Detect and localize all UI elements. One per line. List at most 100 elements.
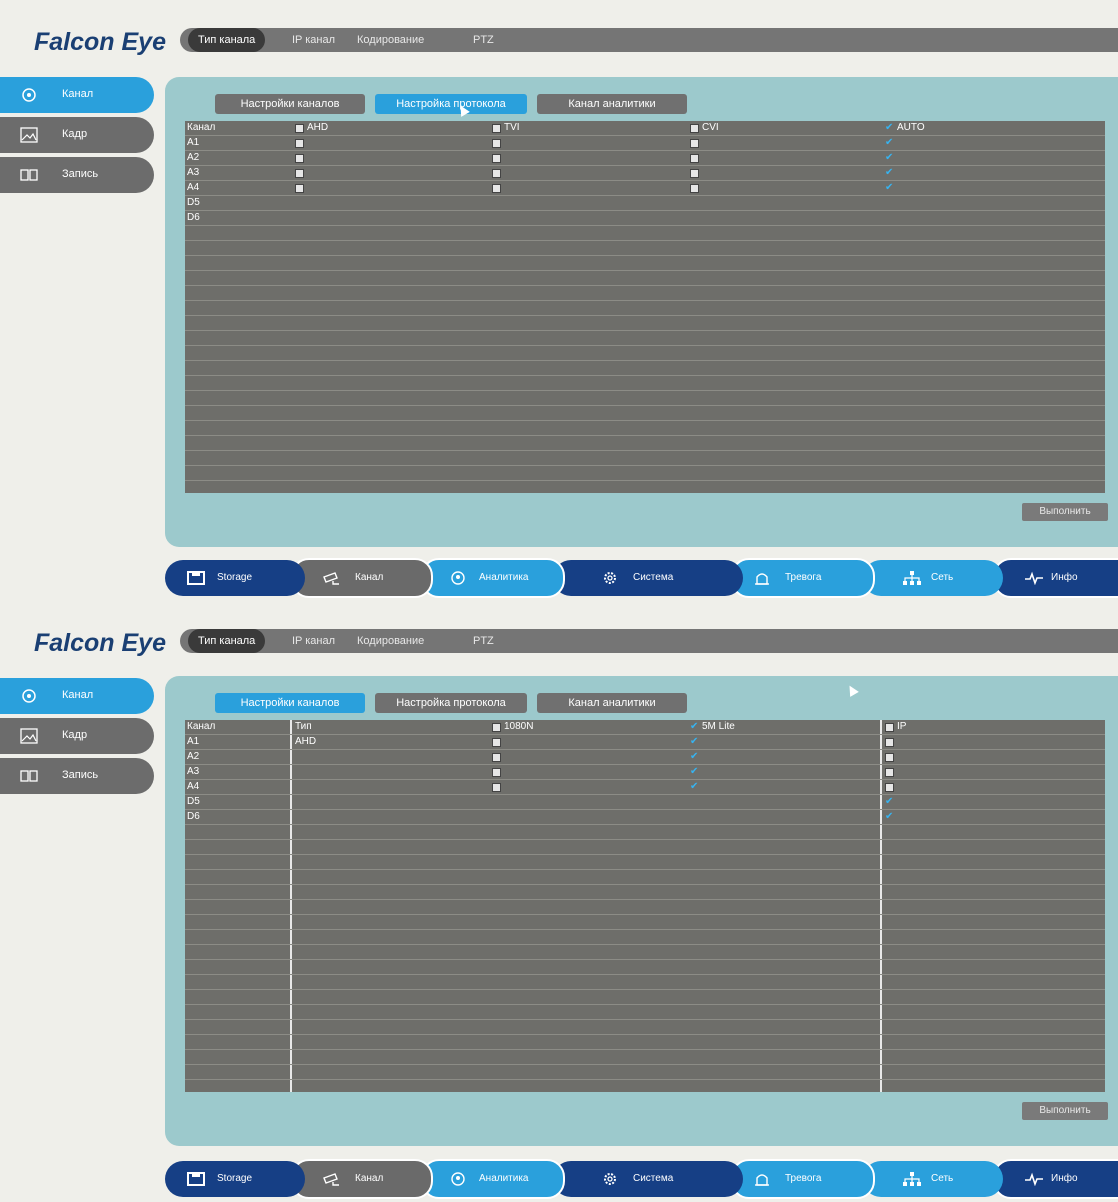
checkbox[interactable] (492, 124, 501, 133)
nav-info[interactable]: Инфо (993, 1159, 1118, 1199)
checkbox[interactable] (492, 169, 501, 178)
checkbox-checked[interactable]: ✔ (690, 721, 698, 733)
checkbox[interactable] (295, 124, 304, 133)
checkbox[interactable] (492, 783, 501, 792)
tab-ptz[interactable]: PTZ (473, 28, 494, 52)
image-icon (20, 728, 38, 744)
checkbox-checked[interactable]: ✔ (690, 781, 698, 793)
checkbox[interactable] (885, 738, 894, 747)
channel-label: D6 (187, 811, 200, 822)
channel-label: A4 (187, 781, 200, 792)
table-row (185, 840, 1105, 855)
tab-ptz[interactable]: PTZ (473, 629, 494, 653)
checkbox[interactable] (492, 723, 501, 732)
sidebar-item-frame[interactable]: Кадр (0, 718, 154, 754)
nav-storage[interactable]: Storage (165, 560, 305, 596)
checkbox[interactable] (885, 753, 894, 762)
checkbox[interactable] (690, 169, 699, 178)
falcon-eye-logo: Falcon Eye (34, 629, 166, 658)
alarm-icon (755, 1174, 769, 1186)
nav-label: Тревога (785, 572, 822, 583)
table-row (185, 1020, 1105, 1035)
subtab-protocol-settings[interactable]: Настройка протокола (375, 94, 527, 114)
nav-system[interactable]: Система (553, 1161, 743, 1197)
nav-analytics[interactable]: Аналитика (421, 558, 565, 598)
checkbox[interactable] (690, 184, 699, 193)
checkbox[interactable] (492, 154, 501, 163)
nav-system[interactable]: Система (553, 560, 743, 596)
checkbox-checked[interactable]: ✔ (690, 751, 698, 763)
tab-channel-type[interactable]: Тип канала (188, 28, 266, 52)
nav-label: Аналитика (479, 1173, 529, 1184)
nav-storage[interactable]: Storage (165, 1161, 305, 1197)
sidebar-item-record[interactable]: Запись (0, 758, 154, 794)
checkbox[interactable] (885, 723, 894, 732)
checkbox[interactable] (295, 169, 304, 178)
checkbox[interactable] (492, 184, 501, 193)
checkbox-checked[interactable]: ✔ (885, 152, 893, 164)
nav-network[interactable]: Сеть (863, 560, 1003, 596)
camera-icon (22, 88, 36, 102)
checkbox-checked[interactable]: ✔ (885, 122, 893, 134)
subtab-analytics-channel[interactable]: Канал аналитики (537, 693, 687, 713)
tab-encoding[interactable]: Кодирование (357, 629, 424, 653)
nav-channel[interactable]: Канал (291, 1159, 433, 1199)
channel-settings-table: Канал Тип 1080N ✔ 5M Lite IP A1 AHD ✔ A2 ✔ A3 ✔ A4 ✔ D5… (185, 720, 1105, 1092)
sidebar-item-record[interactable]: Запись (0, 157, 154, 193)
checkbox[interactable] (295, 154, 304, 163)
nav-alarm[interactable]: Тревога (731, 558, 875, 598)
column-header: Канал (187, 721, 216, 732)
execute-button[interactable]: Выполнить (1022, 1102, 1108, 1120)
nav-network[interactable]: Сеть (863, 1161, 1003, 1197)
checkbox[interactable] (492, 753, 501, 762)
nav-channel[interactable]: Канал (291, 558, 433, 598)
checkbox[interactable] (492, 768, 501, 777)
nav-info[interactable]: Инфо (993, 558, 1118, 598)
sidebar-item-frame[interactable]: Кадр (0, 117, 154, 153)
checkbox-checked[interactable]: ✔ (885, 182, 893, 194)
checkbox[interactable] (492, 139, 501, 148)
execute-button[interactable]: Выполнить (1022, 503, 1108, 521)
checkbox-checked[interactable]: ✔ (690, 736, 698, 748)
brand-name: Falcon Eye (34, 629, 166, 657)
cctv-camera-icon (323, 1173, 339, 1186)
content-area: Настройки каналов Настройка протокола Ка… (165, 676, 1118, 1146)
sidebar-item-label: Запись (62, 168, 99, 180)
checkbox[interactable] (492, 738, 501, 747)
checkbox-checked[interactable]: ✔ (885, 811, 893, 823)
checkbox[interactable] (295, 184, 304, 193)
table-row (185, 361, 1105, 376)
subtab-protocol-settings[interactable]: Настройка протокола (375, 693, 527, 713)
network-icon (903, 1172, 921, 1186)
checkbox[interactable] (690, 139, 699, 148)
subtab-channel-settings[interactable]: Настройки каналов (215, 693, 365, 713)
checkbox[interactable] (885, 768, 894, 777)
mouse-cursor (845, 683, 859, 697)
checkbox-checked[interactable]: ✔ (885, 137, 893, 149)
tab-ip-channel[interactable]: IP канал (292, 629, 335, 653)
table-row: D5 (185, 196, 1105, 211)
tab-channel-type[interactable]: Тип канала (188, 629, 266, 653)
bottom-nav: Storage Канал Аналитика Система Тревога … (165, 558, 1118, 598)
sidebar-item-channel[interactable]: Канал (0, 678, 154, 714)
table-row (185, 316, 1105, 331)
checkbox[interactable] (885, 783, 894, 792)
tab-encoding[interactable]: Кодирование (357, 28, 424, 52)
channel-type: AHD (295, 736, 317, 747)
sidebar-item-channel[interactable]: Канал (0, 77, 154, 113)
checkbox[interactable] (690, 124, 699, 133)
checkbox-checked[interactable]: ✔ (885, 796, 893, 808)
tab-ip-channel[interactable]: IP канал (292, 28, 335, 52)
table-row (185, 975, 1105, 990)
checkbox[interactable] (295, 139, 304, 148)
table-row (185, 885, 1105, 900)
checkbox-checked[interactable]: ✔ (690, 766, 698, 778)
checkbox[interactable] (690, 154, 699, 163)
subtab-channel-settings[interactable]: Настройки каналов (215, 94, 365, 114)
table-row (185, 331, 1105, 346)
nav-alarm[interactable]: Тревога (731, 1159, 875, 1199)
subtab-analytics-channel[interactable]: Канал аналитики (537, 94, 687, 114)
checkbox-checked[interactable]: ✔ (885, 167, 893, 179)
column-header: TVI (504, 122, 520, 133)
nav-analytics[interactable]: Аналитика (421, 1159, 565, 1199)
